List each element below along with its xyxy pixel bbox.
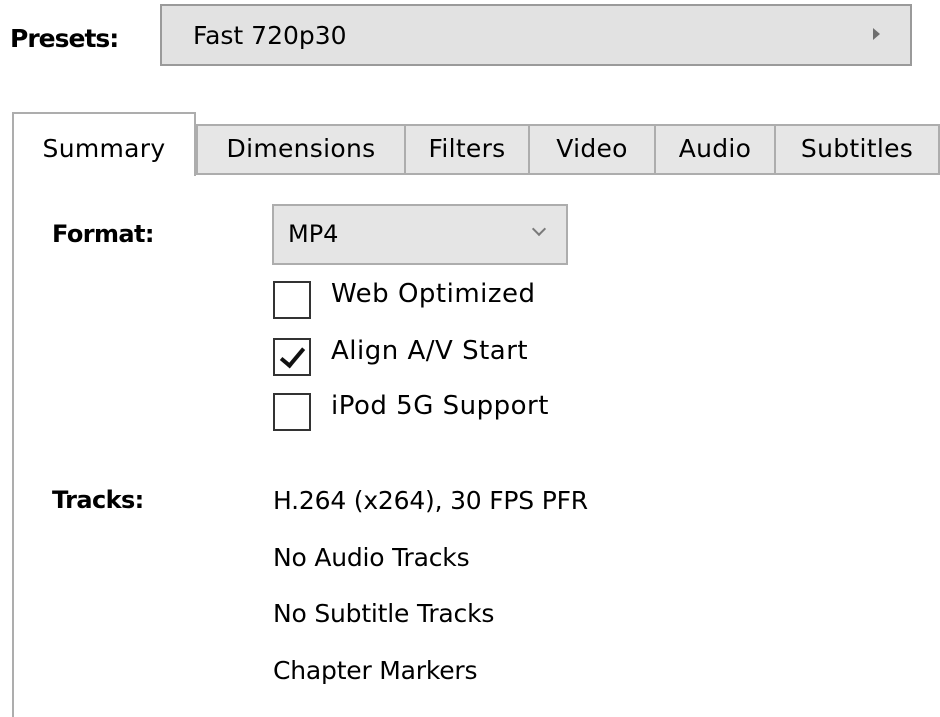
- presets-label: Presets:: [10, 24, 119, 53]
- triangle-right-icon: [873, 28, 880, 40]
- tab-audio-label: Audio: [678, 134, 752, 163]
- tab-summary[interactable]: Summary: [12, 112, 196, 176]
- format-dropdown[interactable]: MP4: [272, 204, 568, 265]
- format-label: Format:: [52, 220, 154, 248]
- tab-dimensions-label: Dimensions: [226, 134, 376, 163]
- handbrake-summary-view: Presets: Fast 720p30 Summary Dimensions …: [0, 0, 940, 717]
- web-optimized-option[interactable]: Web Optimized: [273, 279, 693, 319]
- align-av-start-checkbox[interactable]: [273, 338, 311, 376]
- presets-selector[interactable]: Fast 720p30: [160, 4, 912, 66]
- ipod-5g-support-label: iPod 5G Support: [331, 391, 549, 421]
- track-subtitles: No Subtitle Tracks: [273, 599, 495, 628]
- format-value: MP4: [288, 220, 339, 248]
- tab-filters[interactable]: Filters: [404, 124, 530, 173]
- checkmark-icon: [279, 341, 306, 369]
- tab-subtitles[interactable]: Subtitles: [774, 124, 940, 173]
- tracks-label: Tracks:: [52, 486, 144, 514]
- tab-dimensions[interactable]: Dimensions: [196, 124, 406, 173]
- presets-value: Fast 720p30: [193, 21, 347, 50]
- tab-video-label: Video: [556, 134, 628, 163]
- tab-summary-label: Summary: [42, 134, 166, 163]
- tab-video[interactable]: Video: [528, 124, 656, 173]
- track-chapters: Chapter Markers: [273, 656, 478, 685]
- track-audio: No Audio Tracks: [273, 543, 470, 572]
- track-video: H.264 (x264), 30 FPS PFR: [273, 486, 588, 515]
- tab-filters-label: Filters: [428, 134, 506, 163]
- align-av-start-label: Align A/V Start: [331, 336, 529, 366]
- ipod-5g-support-option[interactable]: iPod 5G Support: [273, 391, 693, 431]
- tab-subtitles-label: Subtitles: [800, 134, 914, 163]
- ipod-5g-support-checkbox[interactable]: [273, 393, 311, 431]
- tab-audio[interactable]: Audio: [654, 124, 776, 173]
- chevron-down-icon: [531, 221, 547, 237]
- web-optimized-label: Web Optimized: [331, 279, 536, 309]
- web-optimized-checkbox[interactable]: [273, 281, 311, 319]
- align-av-start-option[interactable]: Align A/V Start: [273, 336, 693, 376]
- tab-strip: Summary Dimensions Filters Video Audio S…: [12, 112, 940, 176]
